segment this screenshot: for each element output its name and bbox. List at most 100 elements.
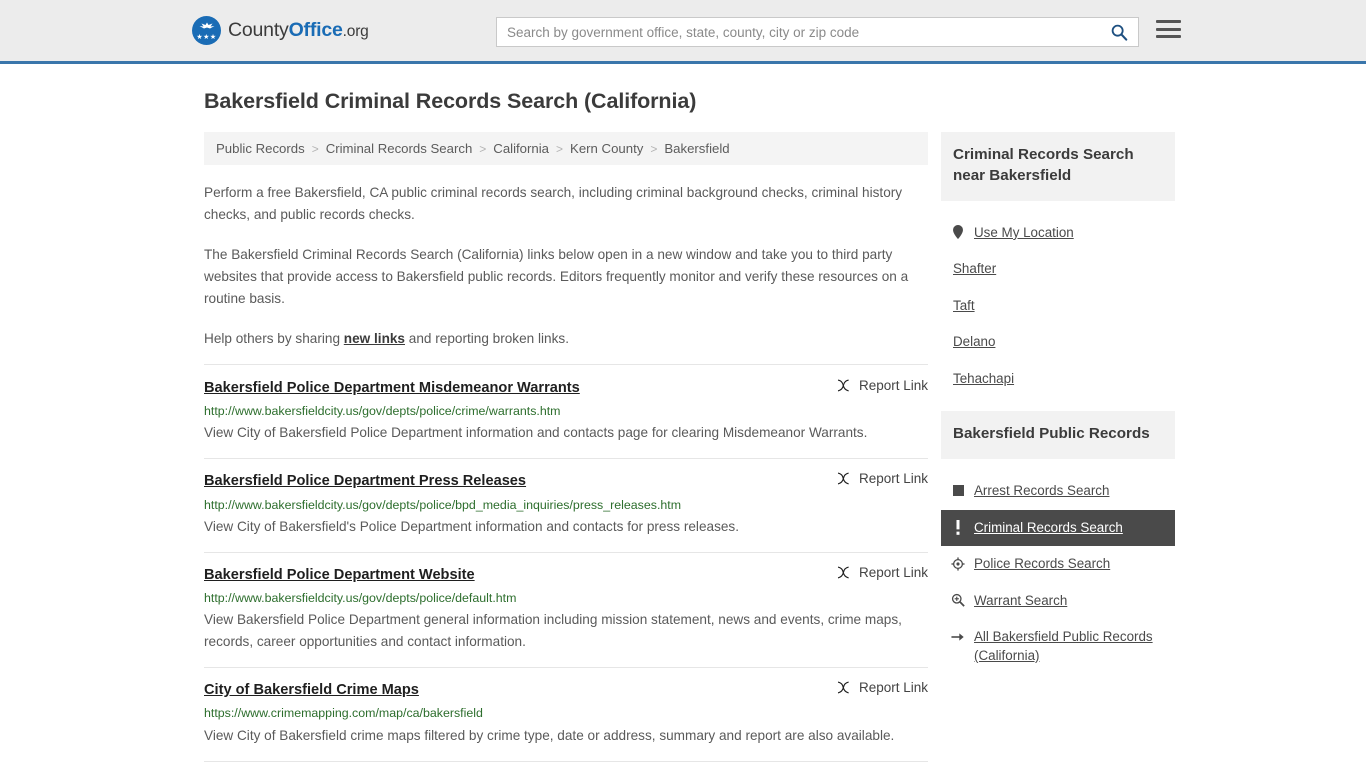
sidebar-item-use-my-location[interactable]: Use My Location [941, 215, 1175, 252]
breadcrumb-separator-icon: > [479, 141, 487, 156]
report-link-button[interactable]: Report Link [836, 680, 928, 695]
sidebar-link-warrant-search[interactable]: Warrant Search [974, 592, 1067, 611]
result-description: View City of Bakersfield crime maps filt… [204, 727, 895, 743]
breadcrumb-item-public-records[interactable]: Public Records [216, 141, 305, 156]
target-icon [951, 556, 965, 571]
sidebar-link-criminal-records-search[interactable]: Criminal Records Search [974, 519, 1123, 538]
broken-link-icon [837, 379, 849, 392]
report-link-button[interactable]: Report Link [836, 378, 928, 393]
sidebar-item-delano[interactable]: Delano [941, 324, 1175, 361]
result-title-link[interactable]: Bakersfield Police Department Misdemeano… [204, 379, 580, 397]
breadcrumb-item-bakersfield[interactable]: Bakersfield [664, 141, 729, 156]
sidebar-item-shafter[interactable]: Shafter [941, 251, 1175, 288]
result-url[interactable]: http://www.bakersfieldcity.us/gov/depts/… [204, 403, 928, 419]
logo-wordmark: CountyOffice.org [228, 19, 369, 42]
magnifier-plus-icon [951, 593, 965, 608]
report-link-button[interactable]: Report Link [836, 471, 928, 486]
nearby-card-heading: Criminal Records Search near Bakersfield [941, 132, 1175, 201]
page-container: Bakersfield Criminal Records Search (Cal… [0, 89, 1366, 762]
result-item: Bakersfield Police Department Website Re… [204, 553, 928, 669]
sidebar-link-arrest-records-search[interactable]: Arrest Records Search [974, 482, 1109, 501]
sidebar-link-delano[interactable]: Delano [953, 333, 995, 352]
result-item: Bakersfield Police Department Misdemeano… [204, 364, 928, 460]
result-title-link[interactable]: City of Bakersfield Crime Maps [204, 681, 419, 699]
sidebar-link-police-records-search[interactable]: Police Records Search [974, 555, 1110, 574]
site-header: ★★★ CountyOffice.org [0, 0, 1366, 64]
intro-paragraph-3: Help others by sharing new links and rep… [204, 328, 928, 350]
search-icon [1111, 24, 1128, 41]
arrow-right-icon [951, 629, 965, 644]
sidebar-item-police-records-search[interactable]: Police Records Search [941, 546, 1175, 583]
result-title-link[interactable]: Bakersfield Police Department Website [204, 566, 475, 584]
sidebar-item-arrest-records-search[interactable]: Arrest Records Search [941, 473, 1175, 510]
nearby-city-list: Use My Location Shafter Taft Delano Teha… [941, 215, 1175, 398]
sidebar-link-tehachapi[interactable]: Tehachapi [953, 370, 1014, 389]
sidebar-item-all-public-records[interactable]: All Bakersfield Public Records (Californ… [941, 619, 1175, 674]
result-header: Bakersfield Police Department Website Re… [204, 565, 928, 584]
logo-text-org: .org [342, 23, 369, 40]
sidebar-link-use-my-location[interactable]: Use My Location [974, 224, 1074, 243]
logo-text-office: Office [288, 19, 343, 41]
breadcrumb-item-kern-county[interactable]: Kern County [570, 141, 643, 156]
sidebar-item-tehachapi[interactable]: Tehachapi [941, 361, 1175, 398]
sidebar: Criminal Records Search near Bakersfield… [941, 132, 1175, 762]
intro-paragraph-2: The Bakersfield Criminal Records Search … [204, 247, 909, 307]
county-office-emblem-icon: ★★★ [192, 16, 221, 45]
nearby-search-card: Criminal Records Search near Bakersfield… [941, 132, 1175, 397]
exclamation-icon [951, 519, 965, 535]
hamburger-menu-icon[interactable] [1156, 20, 1181, 39]
broken-link-icon [837, 472, 849, 485]
search-button[interactable] [1100, 18, 1138, 46]
result-item: City of Bakersfield Crime Maps Report Li… [204, 668, 928, 762]
result-url[interactable]: http://www.bakersfieldcity.us/gov/depts/… [204, 590, 928, 606]
sidebar-item-taft[interactable]: Taft [941, 288, 1175, 325]
result-title-link[interactable]: Bakersfield Police Department Press Rele… [204, 472, 526, 490]
broken-link-icon [837, 566, 849, 579]
map-pin-icon [951, 225, 965, 240]
content-columns: Public Records > Criminal Records Search… [204, 132, 1175, 762]
result-header: Bakersfield Police Department Misdemeano… [204, 378, 928, 397]
report-link-button[interactable]: Report Link [836, 565, 928, 580]
square-icon [951, 483, 965, 498]
result-description: View City of Bakersfield Police Departme… [204, 425, 868, 441]
intro-text: Perform a free Bakersfield, CA public cr… [204, 182, 928, 350]
result-description: View City of Bakersfield's Police Depart… [204, 518, 740, 534]
result-url[interactable]: http://www.bakersfieldcity.us/gov/depts/… [204, 497, 928, 513]
hamburger-bar [1156, 35, 1181, 39]
report-link-label: Report Link [858, 680, 928, 696]
intro-paragraph-1: Perform a free Bakersfield, CA public cr… [204, 185, 903, 223]
result-url[interactable]: https://www.crimemapping.com/map/ca/bake… [204, 705, 928, 721]
sidebar-link-all-public-records[interactable]: All Bakersfield Public Records (Californ… [974, 628, 1165, 665]
site-logo[interactable]: ★★★ CountyOffice.org [192, 16, 369, 45]
eagle-icon [199, 22, 214, 29]
main-column: Public Records > Criminal Records Search… [204, 132, 928, 762]
search-input[interactable] [497, 18, 1100, 46]
emblem-stars: ★★★ [196, 34, 217, 41]
breadcrumb-separator-icon: > [650, 141, 658, 156]
breadcrumb-separator-icon: > [556, 141, 564, 156]
breadcrumb-separator-icon: > [311, 141, 319, 156]
public-records-list: Arrest Records Search Criminal Records S… [941, 473, 1175, 674]
result-header: Bakersfield Police Department Press Rele… [204, 471, 928, 490]
sidebar-item-criminal-records-search[interactable]: Criminal Records Search [941, 509, 1175, 547]
breadcrumb-item-criminal-records-search[interactable]: Criminal Records Search [326, 141, 473, 156]
search-bar[interactable] [496, 17, 1139, 47]
page-title: Bakersfield Criminal Records Search (Cal… [204, 89, 697, 113]
new-links-link[interactable]: new links [344, 331, 405, 346]
intro-p3-before: Help others by sharing [204, 331, 344, 347]
hamburger-bar [1156, 27, 1181, 31]
broken-link-icon [837, 681, 849, 694]
sidebar-link-taft[interactable]: Taft [953, 297, 975, 316]
public-records-card-heading: Bakersfield Public Records [941, 411, 1175, 460]
report-link-label: Report Link [858, 378, 928, 394]
sidebar-item-warrant-search[interactable]: Warrant Search [941, 583, 1175, 620]
breadcrumb: Public Records > Criminal Records Search… [204, 132, 928, 165]
report-link-label: Report Link [858, 564, 928, 580]
breadcrumb-item-california[interactable]: California [493, 141, 549, 156]
intro-p3-after: and reporting broken links. [405, 331, 569, 347]
logo-text-county: County [228, 19, 289, 41]
result-description: View Bakersfield Police Department gener… [204, 612, 902, 650]
sidebar-link-shafter[interactable]: Shafter [953, 260, 996, 279]
result-item: Bakersfield Police Department Press Rele… [204, 459, 928, 553]
result-header: City of Bakersfield Crime Maps Report Li… [204, 680, 928, 699]
